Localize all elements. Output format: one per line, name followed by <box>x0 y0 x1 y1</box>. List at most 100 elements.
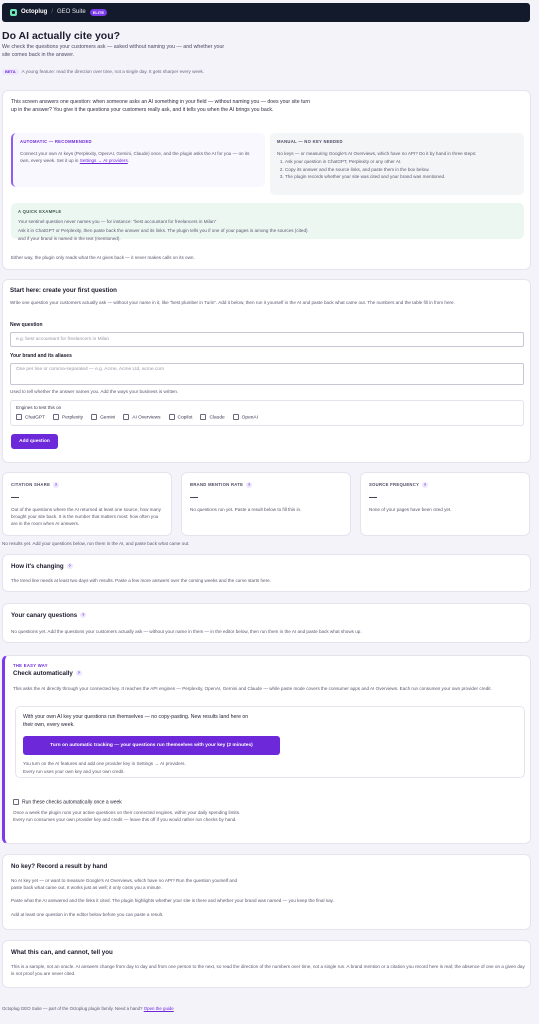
manual-record-text-2: Paste what the AI answered and the links… <box>11 898 334 903</box>
brand-mention-card: BRAND MENTION RATE? — No questions run y… <box>181 472 351 536</box>
automatic-box-text: With your own AI key your questions run … <box>23 714 249 728</box>
beta-badge: BETA <box>2 69 19 76</box>
explainer-footer: Either way, the plugin only reads what t… <box>11 255 195 260</box>
source-frequency-text: None of your pages have been cited yet. <box>369 506 452 512</box>
automatic-box-help-2: Every run uses your own key and your own… <box>23 769 125 774</box>
brand-aliases-help: Used to tell whether the answer names yo… <box>10 389 179 394</box>
example-label: A QUICK EXAMPLE <box>18 209 62 214</box>
brand-mention-value: — <box>190 493 198 503</box>
automatic-option: AUTOMATIC — RECOMMENDED Connect your own… <box>11 133 265 187</box>
beta-notice: BETA A young feature: read the direction … <box>2 68 232 76</box>
create-question-title: Start here: create your first question <box>10 287 117 294</box>
help-icon[interactable]: ? <box>246 482 253 488</box>
beta-text: A young feature: read the direction over… <box>21 69 205 74</box>
checkbox-icon[interactable] <box>53 414 59 421</box>
create-question-text: Write one question your customers actual… <box>10 300 455 305</box>
manual-record-card: No key? Record a result by hand No AI ke… <box>2 854 531 930</box>
citation-share-value: — <box>11 493 19 503</box>
page-title: Do AI actually cite you? <box>2 30 121 42</box>
help-icon[interactable]: ? <box>53 482 60 488</box>
new-question-input[interactable]: e.g. best accountant for freelancers in … <box>10 332 524 347</box>
engines-fieldset: Engines to test this on ChatGPT Perplexi… <box>10 400 524 426</box>
engine-gemini[interactable]: Gemini <box>91 414 115 422</box>
add-question-button[interactable]: Add question <box>11 434 58 449</box>
trend-title: How it's changing <box>11 563 64 570</box>
trend-card: How it's changing? The trend line needs … <box>2 554 531 592</box>
manual-record-text-3: Add at least one question in the editor … <box>11 912 164 917</box>
source-frequency-value: — <box>369 493 377 503</box>
manual-record-title: No key? Record a result by hand <box>11 863 108 870</box>
citation-share-card: CITATION SHARE? — Out of the questions w… <box>2 472 172 536</box>
checkbox-icon[interactable] <box>16 414 22 421</box>
checkbox-icon[interactable] <box>91 414 98 421</box>
manual-option: MANUAL — NO KEY NEEDED No keys — or meas… <box>270 133 524 195</box>
checkbox-icon[interactable] <box>123 414 130 421</box>
source-frequency-card: SOURCE FREQUENCY? — None of your pages h… <box>360 472 530 536</box>
settings-ai-providers-link[interactable]: Settings → AI providers <box>80 158 128 163</box>
checkbox-icon[interactable] <box>13 799 19 805</box>
manual-record-text: No AI key yet — or want to measure Googl… <box>11 878 238 891</box>
checkbox-icon[interactable] <box>200 414 207 421</box>
engine-ai-overviews[interactable]: AI Overviews <box>123 414 161 422</box>
create-question-card: Start here: create your first question W… <box>2 279 531 463</box>
brand-mention-text: No questions run yet. Paste a result bel… <box>190 506 302 512</box>
example-line-2: Ask it in ChatGPT or Perplexity, then pa… <box>18 228 308 241</box>
weekly-checks-label: Run these checks automatically once a we… <box>22 799 122 806</box>
page-footer: Octoplug GEO Suite — part of the Octoplu… <box>2 1005 174 1012</box>
quick-example: A QUICK EXAMPLE Your sentinel question n… <box>11 203 524 241</box>
limits-text: This is a sample, not an oracle. AI answ… <box>11 964 525 977</box>
brand-mention-label: BRAND MENTION RATE <box>190 482 244 488</box>
manual-text: No keys — or measuring Google's AI Overv… <box>277 151 477 157</box>
easy-way-label: THE EASY WAY <box>13 663 48 668</box>
brand-aliases-label: Your brand and its aliases <box>10 353 72 359</box>
example-line-1: Your sentinel question never names you —… <box>18 219 217 225</box>
engine-copilot[interactable]: Copilot <box>168 414 192 422</box>
engine-openai[interactable]: OpenAI <box>232 414 258 422</box>
new-question-label: New question <box>10 322 43 328</box>
manual-step: Copy its answer and the source links, an… <box>285 166 517 173</box>
top-bar: Octoplug / GEO Suite ELITE <box>2 3 530 22</box>
explainer-text: This screen answers one question: when s… <box>11 99 311 114</box>
automatic-box-help-1: You turn on the AI features and add one … <box>23 761 186 766</box>
automatic-title: Check automatically <box>13 670 73 677</box>
manual-label: MANUAL — NO KEY NEEDED <box>277 139 343 144</box>
engine-chatgpt[interactable]: ChatGPT <box>16 414 45 422</box>
automatic-text: Connect your own AI keys (Perplexity, Op… <box>20 151 250 164</box>
citation-share-text: Out of the questions where the AI return… <box>11 506 161 527</box>
product-name: GEO Suite <box>57 9 86 16</box>
engine-perplexity[interactable]: Perplexity <box>53 414 83 422</box>
help-icon[interactable]: ? <box>66 563 73 570</box>
engine-checkboxes: ChatGPT Perplexity Gemini AI Overviews C… <box>16 414 518 422</box>
limits-title: What this can, and cannot, tell you <box>11 949 113 956</box>
weekly-checks-text: Once a week the plugin runs your active … <box>13 810 241 823</box>
checkbox-icon[interactable] <box>232 414 239 421</box>
no-results-note: No results yet. Add your questions below… <box>2 541 190 546</box>
manual-steps: Ask your question in ChatGPT, Perplexity… <box>277 158 517 180</box>
canary-questions-card: Your canary questions? No questions yet.… <box>2 603 531 643</box>
footer-text: Octoplug GEO Suite — part of the Octoplu… <box>2 1006 144 1011</box>
page-intro: We check the questions your customers as… <box>2 44 225 58</box>
source-frequency-label: SOURCE FREQUENCY <box>369 482 420 488</box>
help-icon[interactable]: ? <box>422 482 429 488</box>
engine-claude[interactable]: Claude <box>200 414 225 422</box>
help-icon[interactable]: ? <box>75 670 82 677</box>
engines-label: Engines to test this on <box>16 405 62 410</box>
octoplug-logo-icon <box>10 9 17 16</box>
explainer-card: This screen answers one question: when s… <box>2 90 531 270</box>
trend-text: The trend line needs at least two days w… <box>11 578 271 583</box>
plan-badge: ELITE <box>89 8 108 17</box>
open-guide-link[interactable]: Open the guide <box>144 1006 174 1011</box>
brand-name[interactable]: Octoplug <box>21 8 47 17</box>
automatic-label: AUTOMATIC — RECOMMENDED <box>20 139 92 144</box>
brand-aliases-textarea[interactable]: One per line or comma-separated — e.g. A… <box>10 363 524 385</box>
manual-step: Ask your question in ChatGPT, Perplexity… <box>285 158 517 165</box>
checkbox-icon[interactable] <box>168 414 175 421</box>
automatic-box: With your own AI key your questions run … <box>15 706 525 778</box>
help-icon[interactable]: ? <box>80 612 87 619</box>
limits-card: What this can, and cannot, tell you This… <box>2 940 531 988</box>
enable-automatic-tracking-button[interactable]: Turn on automatic tracking — your questi… <box>23 736 280 755</box>
canary-title: Your canary questions <box>11 612 78 619</box>
automatic-intro: This asks the AI directly through your c… <box>13 686 492 691</box>
automatic-check-card: THE EASY WAY Check automatically? This a… <box>2 655 531 844</box>
weekly-checks-toggle[interactable]: Run these checks automatically once a we… <box>13 799 122 807</box>
